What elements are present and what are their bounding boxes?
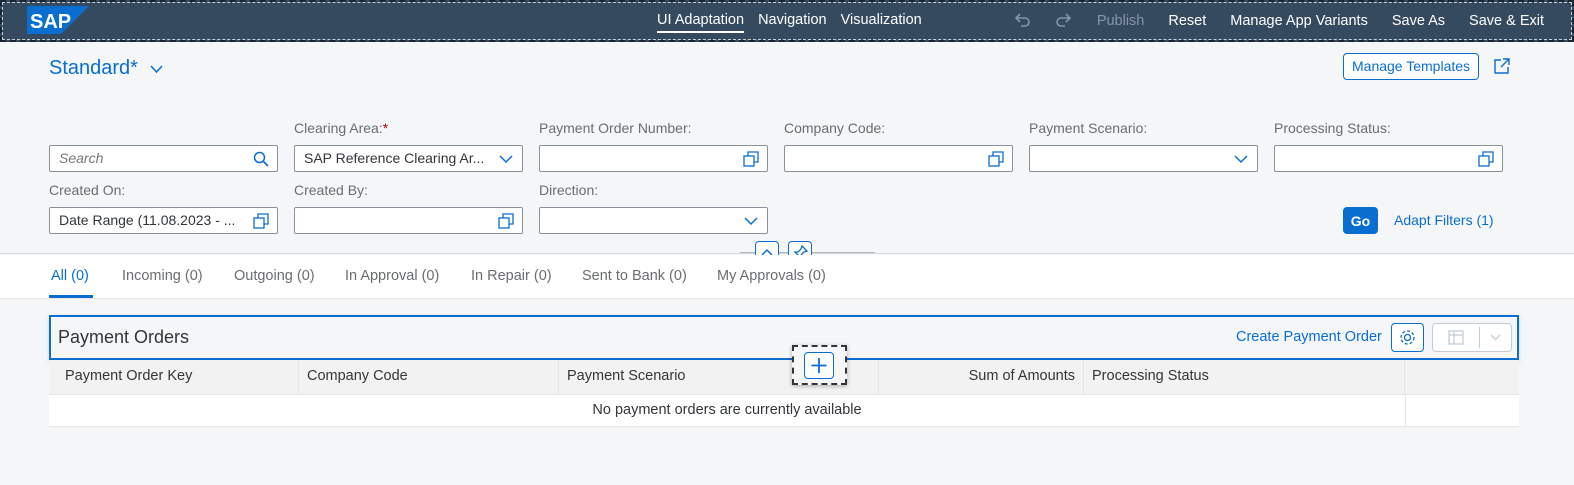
chevron-down-icon: [1490, 334, 1501, 341]
clearing-area-label: Clearing Area:*: [294, 120, 389, 136]
icon-tab-bar: All (0) Incoming (0) Outgoing (0) In App…: [0, 255, 1574, 299]
sap-logo: SAP: [27, 6, 89, 34]
processing-status-input[interactable]: [1274, 145, 1503, 172]
filter-header: Standard* Manage Templates Search Cleari…: [0, 42, 1574, 265]
value-help-icon[interactable]: [498, 213, 514, 229]
go-button[interactable]: Go: [1343, 207, 1378, 234]
settings-button[interactable]: [1391, 323, 1424, 352]
chevron-down-icon[interactable]: [1233, 151, 1249, 167]
manage-templates-button[interactable]: Manage Templates: [1343, 53, 1480, 80]
payment-scenario-label: Payment Scenario:: [1029, 120, 1148, 136]
direction-select[interactable]: [539, 207, 768, 234]
value-help-icon[interactable]: [988, 151, 1004, 167]
created-by-label: Created By:: [294, 182, 368, 198]
clearing-area-select[interactable]: SAP Reference Clearing Ar...: [294, 145, 523, 172]
table-header-row: Payment Order Key Company Code Payment S…: [49, 360, 1519, 395]
active-tab-indicator: [49, 295, 93, 298]
table-title: Payment Orders: [58, 327, 190, 347]
tab-in-approval[interactable]: In Approval (0): [345, 268, 439, 284]
svg-text:SAP: SAP: [30, 11, 71, 33]
tab-sent-to-bank[interactable]: Sent to Bank (0): [582, 268, 687, 284]
tab-navigation[interactable]: Navigation: [758, 2, 827, 40]
chevron-down-icon[interactable]: [743, 213, 759, 229]
value-help-icon[interactable]: [743, 151, 759, 167]
column-header-sum-of-amounts[interactable]: Sum of Amounts: [879, 360, 1084, 395]
create-payment-order-button[interactable]: Create Payment Order: [1236, 329, 1382, 345]
tab-incoming[interactable]: Incoming (0): [122, 268, 203, 284]
column-header-processing-status[interactable]: Processing Status: [1084, 360, 1405, 395]
direction-label: Direction:: [539, 182, 599, 198]
manage-app-variants-button[interactable]: Manage App Variants: [1230, 13, 1368, 29]
reset-button[interactable]: Reset: [1168, 13, 1206, 29]
column-divider: [1405, 395, 1406, 427]
gear-icon: [1400, 330, 1415, 345]
created-on-label: Created On:: [49, 182, 126, 198]
adapt-filters-link[interactable]: Adapt Filters (1): [1394, 212, 1494, 228]
redo-icon[interactable]: [1053, 11, 1073, 32]
table-body: No payment orders are currently availabl…: [49, 395, 1519, 427]
search-icon[interactable]: [253, 151, 269, 167]
company-code-label: Company Code:: [784, 120, 886, 136]
plus-icon: [811, 358, 827, 373]
share-icon[interactable]: [1493, 57, 1511, 75]
no-data-text: No payment orders are currently availabl…: [592, 402, 862, 418]
value-help-icon[interactable]: [1478, 151, 1494, 167]
processing-status-label: Processing Status:: [1274, 120, 1391, 136]
tab-visualization[interactable]: Visualization: [841, 2, 922, 40]
payment-scenario-select[interactable]: [1029, 145, 1258, 172]
created-on-input[interactable]: Date Range (11.08.2023 - ...: [49, 207, 278, 234]
undo-icon[interactable]: [1013, 11, 1033, 32]
chevron-down-icon[interactable]: [498, 151, 514, 167]
add-button[interactable]: [804, 352, 834, 379]
chevron-down-icon: [150, 61, 163, 77]
column-header-company-code[interactable]: Company Code: [299, 360, 559, 395]
tab-in-repair[interactable]: In Repair (0): [471, 268, 552, 284]
save-exit-button[interactable]: Save & Exit: [1469, 13, 1544, 29]
add-section-handle[interactable]: [792, 345, 847, 385]
export-menu-button[interactable]: [1432, 323, 1512, 352]
save-as-button[interactable]: Save As: [1392, 13, 1445, 29]
export-spreadsheet-icon: [1448, 330, 1464, 345]
tab-ui-adaptation[interactable]: UI Adaptation: [657, 2, 745, 40]
publish-button[interactable]: Publish: [1097, 13, 1145, 29]
adaptation-toolbar: SAP UI Adaptation Navigation Visualizati…: [0, 0, 1574, 42]
column-header-payment-order-key[interactable]: Payment Order Key: [49, 360, 299, 395]
tab-outgoing[interactable]: Outgoing (0): [234, 268, 315, 284]
tab-all[interactable]: All (0): [51, 268, 89, 284]
company-code-input[interactable]: [784, 145, 1013, 172]
variant-selector[interactable]: Standard*: [49, 57, 163, 80]
search-input[interactable]: Search: [49, 145, 278, 172]
created-by-input[interactable]: [294, 207, 523, 234]
table-toolbar[interactable]: Payment Orders Create Payment Order: [49, 315, 1519, 360]
payment-order-number-label: Payment Order Number:: [539, 120, 692, 136]
payment-order-number-input[interactable]: [539, 145, 768, 172]
tab-my-approvals[interactable]: My Approvals (0): [717, 268, 826, 284]
variant-title: Standard*: [49, 57, 138, 79]
value-help-icon[interactable]: [253, 213, 269, 229]
